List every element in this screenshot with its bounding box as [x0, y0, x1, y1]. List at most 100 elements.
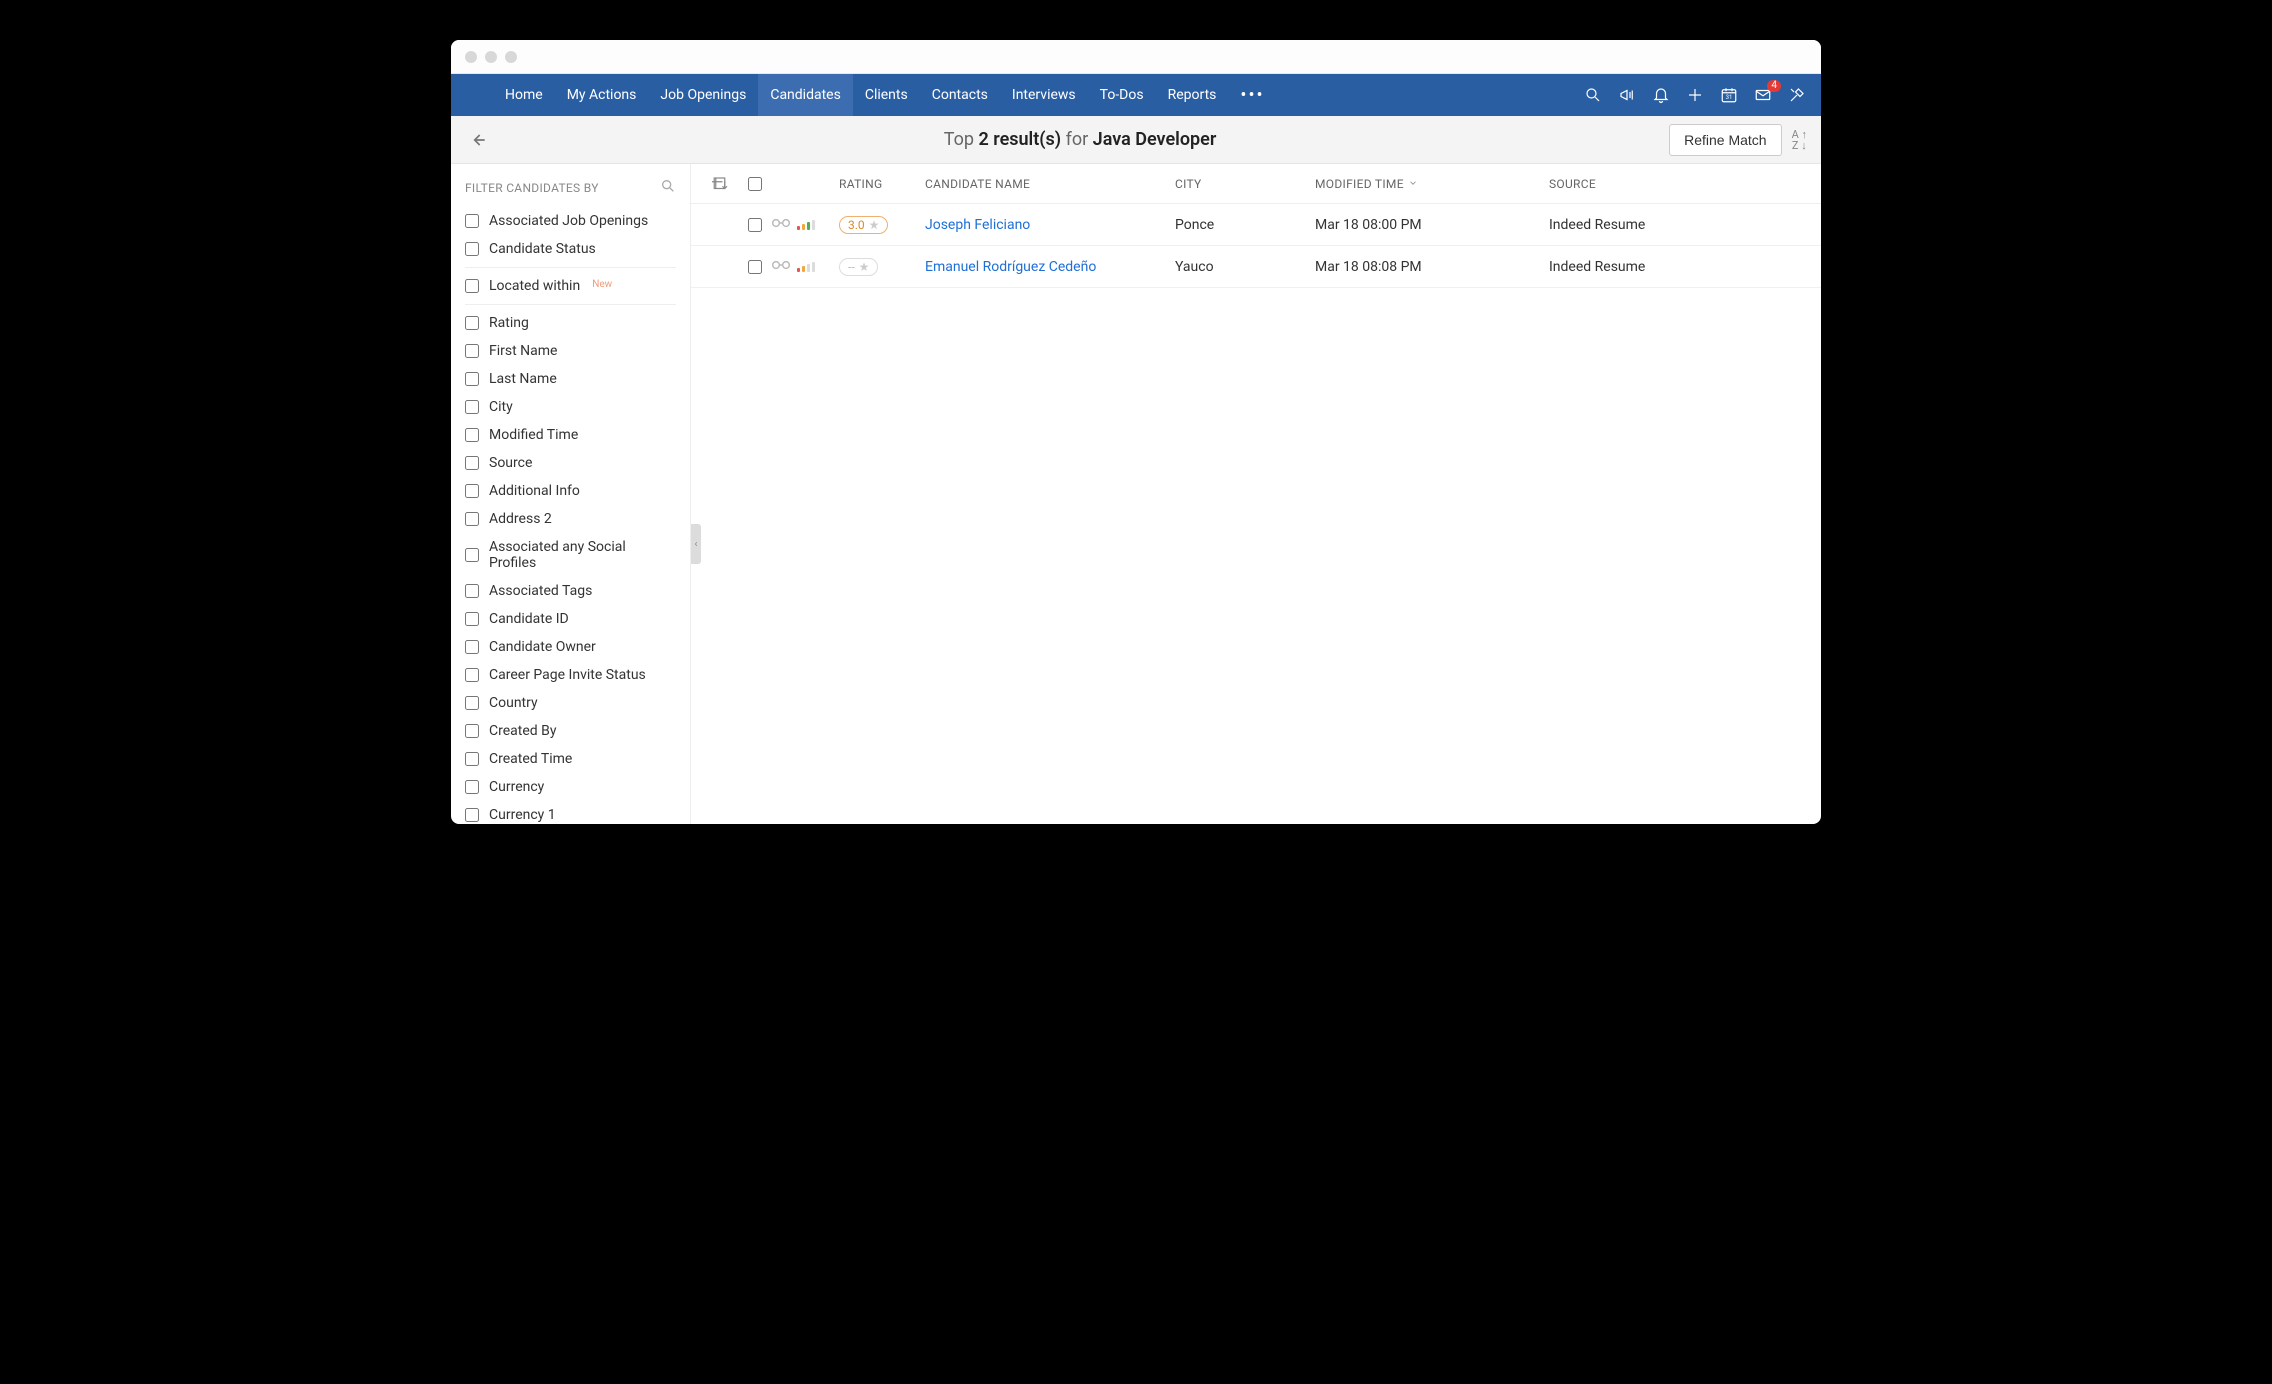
results-title: Top 2 result(s) for Java Developer — [491, 129, 1669, 150]
filter-checkbox[interactable] — [465, 548, 479, 562]
filter-checkbox[interactable] — [465, 584, 479, 598]
filter-checkbox[interactable] — [465, 428, 479, 442]
filter-modified-time[interactable]: Modified Time — [451, 421, 690, 449]
filter-city[interactable]: City — [451, 393, 690, 421]
filter-checkbox[interactable] — [465, 752, 479, 766]
nav-item-home[interactable]: Home — [493, 74, 555, 116]
filter-label: Associated Job Openings — [489, 213, 648, 229]
cell-city: Ponce — [1175, 217, 1315, 233]
filter-checkbox[interactable] — [465, 279, 479, 293]
filter-candidate-id[interactable]: Candidate ID — [451, 605, 690, 633]
filter-first-name[interactable]: First Name — [451, 337, 690, 365]
filter-candidate-status[interactable]: Candidate Status — [451, 235, 690, 263]
filter-checkbox[interactable] — [465, 484, 479, 498]
filter-source[interactable]: Source — [451, 449, 690, 477]
filter-associated-tags[interactable]: Associated Tags — [451, 577, 690, 605]
filter-checkbox[interactable] — [465, 242, 479, 256]
traffic-light-zoom[interactable] — [505, 51, 517, 63]
nav-item-contacts[interactable]: Contacts — [920, 74, 1000, 116]
filter-checkbox[interactable] — [465, 724, 479, 738]
divider — [465, 304, 676, 305]
announce-icon[interactable] — [1617, 85, 1637, 105]
filter-label: Currency — [489, 779, 544, 795]
traffic-light-minimize[interactable] — [485, 51, 497, 63]
glasses-icon[interactable] — [771, 218, 791, 234]
th-rating[interactable]: RATING — [839, 177, 925, 191]
filter-checkbox[interactable] — [465, 456, 479, 470]
filter-label: Associated any Social Profiles — [489, 539, 676, 571]
filter-checkbox[interactable] — [465, 780, 479, 794]
filter-checkbox[interactable] — [465, 400, 479, 414]
nav-item-job-openings[interactable]: Job Openings — [648, 74, 758, 116]
row-checkbox[interactable] — [748, 260, 762, 274]
refine-match-button[interactable]: Refine Match — [1669, 124, 1781, 156]
column-picker-icon[interactable] — [703, 175, 739, 193]
candidate-name-link[interactable]: Emanuel Rodríguez Cedeño — [925, 259, 1096, 275]
sidebar-collapse-handle[interactable]: ‹ — [691, 524, 701, 564]
th-source[interactable]: SOURCE — [1549, 177, 1809, 191]
traffic-light-close[interactable] — [465, 51, 477, 63]
filter-checkbox[interactable] — [465, 640, 479, 654]
filter-career-page-invite-status[interactable]: Career Page Invite Status — [451, 661, 690, 689]
filter-currency-1[interactable]: Currency 1 — [451, 801, 690, 824]
sort-az-icon[interactable]: A ↑Z ↓ — [1792, 129, 1807, 151]
th-mtime-label: MODIFIED TIME — [1315, 177, 1404, 191]
bell-icon[interactable] — [1651, 85, 1671, 105]
signal-icon — [797, 260, 815, 272]
filter-located-within[interactable]: Located within New — [451, 272, 690, 300]
filter-checkbox[interactable] — [465, 668, 479, 682]
row-checkbox[interactable] — [748, 218, 762, 232]
results-table: RATING CANDIDATE NAME CITY MODIFIED TIME… — [691, 164, 1821, 824]
filter-checkbox[interactable] — [465, 372, 479, 386]
filter-checkbox[interactable] — [465, 696, 479, 710]
mail-icon[interactable]: 4 — [1753, 85, 1773, 105]
th-city[interactable]: CITY — [1175, 177, 1315, 191]
filter-checkbox[interactable] — [465, 344, 479, 358]
results-subheader: Top 2 result(s) for Java Developer Refin… — [451, 116, 1821, 164]
plus-icon[interactable] — [1685, 85, 1705, 105]
filter-checkbox[interactable] — [465, 512, 479, 526]
filter-checkbox[interactable] — [465, 214, 479, 228]
th-modified-time[interactable]: MODIFIED TIME — [1315, 177, 1549, 191]
filter-label: Address 2 — [489, 511, 552, 527]
content-area: FILTER CANDIDATES BY Associated Job Open… — [451, 164, 1821, 824]
cell-modified-time: Mar 18 08:00 PM — [1315, 217, 1549, 233]
filter-candidate-owner[interactable]: Candidate Owner — [451, 633, 690, 661]
calendar-icon[interactable]: 31 — [1719, 85, 1739, 105]
rating-pill[interactable]: 3.0★ — [839, 216, 888, 234]
filter-associated-job-openings[interactable]: Associated Job Openings — [451, 207, 690, 235]
nav-item-interviews[interactable]: Interviews — [1000, 74, 1088, 116]
search-icon[interactable] — [1583, 85, 1603, 105]
nav-item-to-dos[interactable]: To-Dos — [1088, 74, 1156, 116]
filter-last-name[interactable]: Last Name — [451, 365, 690, 393]
nav-icons: 31 4 — [1583, 85, 1821, 105]
nav-more-icon[interactable]: ••• — [1228, 85, 1276, 106]
filter-created-by[interactable]: Created By — [451, 717, 690, 745]
rating-pill[interactable]: --★ — [839, 258, 878, 276]
filter-country[interactable]: Country — [451, 689, 690, 717]
nav-item-candidates[interactable]: Candidates — [758, 74, 853, 116]
filter-search-icon[interactable] — [660, 178, 676, 197]
back-arrow-icon[interactable] — [465, 127, 491, 153]
nav-item-clients[interactable]: Clients — [853, 74, 920, 116]
select-all-checkbox[interactable] — [748, 177, 762, 191]
filter-associated-any-social-profiles[interactable]: Associated any Social Profiles — [451, 533, 690, 577]
filter-checkbox[interactable] — [465, 612, 479, 626]
filter-created-time[interactable]: Created Time — [451, 745, 690, 773]
hamburger-icon[interactable] — [451, 74, 493, 116]
candidate-name-link[interactable]: Joseph Feliciano — [925, 217, 1030, 233]
nav-item-my-actions[interactable]: My Actions — [555, 74, 649, 116]
filter-additional-info[interactable]: Additional Info — [451, 477, 690, 505]
filter-checkbox[interactable] — [465, 316, 479, 330]
th-name[interactable]: CANDIDATE NAME — [925, 177, 1175, 191]
glasses-icon[interactable] — [771, 260, 791, 276]
tools-icon[interactable] — [1787, 85, 1807, 105]
filter-checkbox[interactable] — [465, 808, 479, 822]
cell-source: Indeed Resume — [1549, 217, 1809, 233]
filter-address-2[interactable]: Address 2 — [451, 505, 690, 533]
nav-item-reports[interactable]: Reports — [1156, 74, 1229, 116]
filter-currency[interactable]: Currency — [451, 773, 690, 801]
filter-label: Created Time — [489, 751, 572, 767]
cell-modified-time: Mar 18 08:08 PM — [1315, 259, 1549, 275]
filter-rating[interactable]: Rating — [451, 309, 690, 337]
